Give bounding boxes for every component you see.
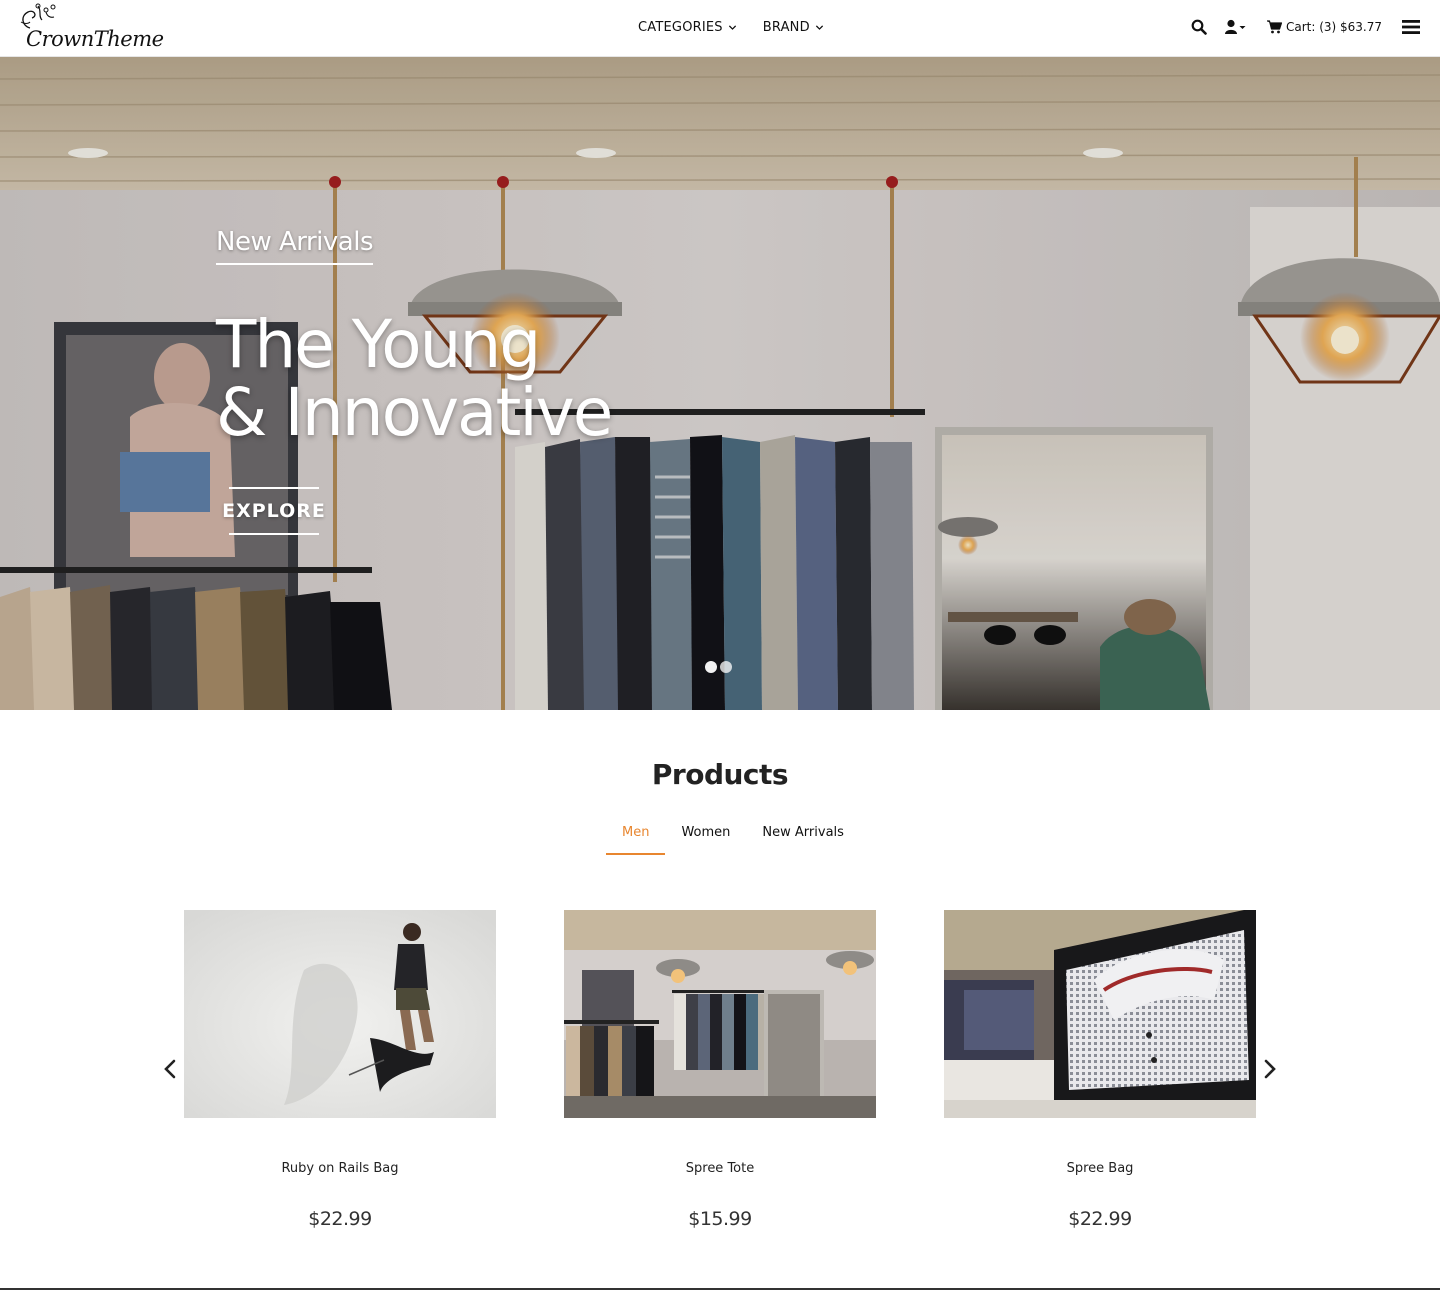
product-name[interactable]: Spree Bag: [944, 1161, 1256, 1176]
menu-button[interactable]: [1402, 19, 1420, 35]
product-price: $22.99: [1068, 1208, 1132, 1230]
product-tabs: Men Women New Arrivals: [606, 822, 860, 855]
cart-icon: [1266, 20, 1282, 34]
header-actions: Cart: (3) $63.77: [1191, 14, 1420, 40]
tab-new-arrivals[interactable]: New Arrivals: [746, 822, 860, 855]
hero-slider: New Arrivals The Young & Innovative EXPL…: [0, 57, 1440, 710]
slider-dots: [705, 661, 732, 673]
hero-title: The Young & Innovative: [216, 306, 613, 451]
product-card: Ruby on Rails Bag $22.99: [184, 910, 496, 1230]
slider-dot-1[interactable]: [705, 661, 717, 673]
chevron-down-icon: [815, 24, 823, 30]
hero-title-line-2: & Innovative: [216, 374, 613, 451]
brand-logo[interactable]: CrownTheme: [14, 2, 164, 56]
account-button[interactable]: [1224, 19, 1267, 35]
carousel-prev-icon[interactable]: [163, 1058, 177, 1080]
product-card: Spree Bag $22.99: [944, 910, 1256, 1230]
search-button[interactable]: [1191, 19, 1225, 35]
explore-button[interactable]: EXPLORE: [222, 487, 325, 535]
product-price: $22.99: [308, 1208, 372, 1230]
product-image[interactable]: [184, 910, 496, 1118]
site-header: CrownTheme CATEGORIES BRAND Cart: (3) $6…: [0, 0, 1440, 57]
nav-item-categories[interactable]: CATEGORIES: [638, 17, 737, 37]
chevron-down-icon: [728, 24, 736, 30]
product-card: Spree Tote $15.99: [564, 910, 876, 1230]
products-heading: Products: [651, 758, 789, 791]
hero-subtitle[interactable]: New Arrivals: [216, 227, 374, 265]
slider-dot-2[interactable]: [720, 661, 732, 673]
menu-icon: [1402, 20, 1420, 34]
product-price: $15.99: [688, 1208, 752, 1230]
nav-item-label: BRAND: [762, 19, 810, 35]
tab-men[interactable]: Men: [606, 822, 666, 855]
user-icon: [1224, 19, 1246, 34]
search-icon: [1191, 19, 1207, 35]
product-name[interactable]: Spree Tote: [564, 1161, 876, 1176]
brand-name: CrownTheme: [26, 27, 164, 51]
carousel-next-icon[interactable]: [1263, 1058, 1277, 1080]
nav-item-label: CATEGORIES: [638, 19, 723, 35]
nav-item-brand[interactable]: BRAND: [763, 17, 824, 37]
main-nav: CATEGORIES BRAND: [638, 17, 824, 37]
product-name[interactable]: Ruby on Rails Bag: [184, 1161, 496, 1176]
tab-women[interactable]: Women: [665, 822, 746, 855]
cart-label: Cart: (3) $63.77: [1285, 20, 1382, 34]
cart-button[interactable]: Cart: (3) $63.77: [1266, 20, 1382, 34]
product-image[interactable]: [944, 910, 1256, 1118]
product-image[interactable]: [564, 910, 876, 1118]
hero-title-line-1: The Young: [216, 306, 541, 383]
